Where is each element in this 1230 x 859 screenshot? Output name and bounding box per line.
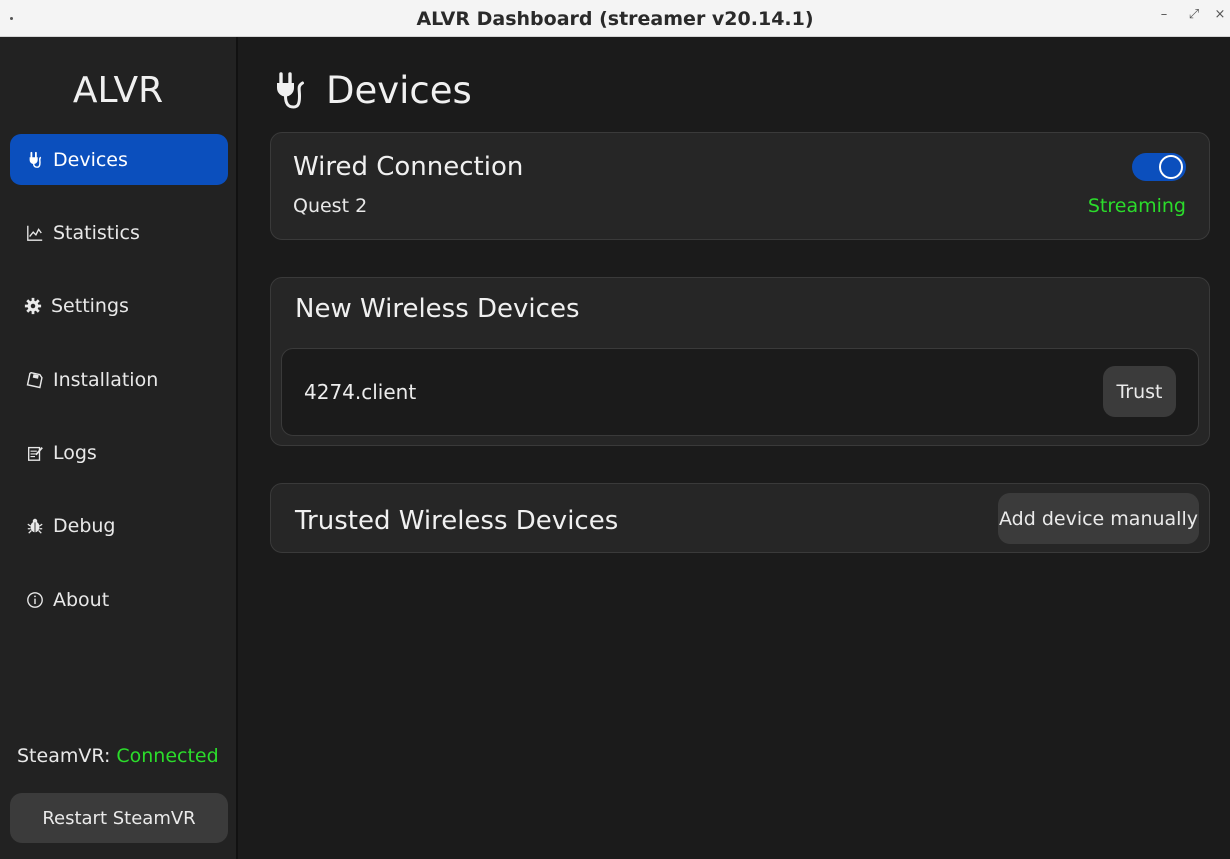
add-device-manually-button[interactable]: Add device manually	[998, 493, 1199, 544]
page-header: Devices	[272, 69, 472, 112]
trusted-wireless-devices-panel: Trusted Wireless Devices Add device manu…	[270, 483, 1210, 553]
trust-button[interactable]: Trust	[1103, 366, 1176, 417]
sidebar-item-debug[interactable]: Debug	[10, 500, 228, 551]
close-icon[interactable]: ×	[1210, 7, 1230, 22]
maximize-icon[interactable]: ⤢	[1184, 7, 1204, 22]
list-item: 4274.client Trust	[281, 348, 1199, 436]
sidebar-item-devices[interactable]: Devices	[10, 134, 228, 185]
sidebar-item-settings[interactable]: Settings	[10, 280, 228, 331]
wired-device-name: Quest 2	[293, 195, 368, 217]
wired-connection-toggle[interactable]	[1132, 153, 1186, 181]
page-title: Devices	[326, 69, 472, 112]
wired-connection-title: Wired Connection	[293, 152, 524, 182]
sidebar: ALVR Devices Statistics Settings Install…	[0, 37, 238, 859]
trusted-wireless-devices-title: Trusted Wireless Devices	[295, 506, 619, 536]
sidebar-item-label: Devices	[53, 148, 128, 171]
window-title: ALVR Dashboard (streamer v20.14.1)	[416, 8, 814, 30]
streaming-status: Streaming	[1087, 195, 1186, 217]
wired-connection-panel: Wired Connection Quest 2 Streaming	[270, 132, 1210, 240]
steamvr-label: SteamVR:	[17, 745, 111, 767]
toggle-knob	[1159, 155, 1183, 179]
plug-icon	[272, 71, 308, 110]
restart-steamvr-button[interactable]: Restart SteamVR	[10, 793, 228, 843]
sidebar-item-label: Settings	[51, 294, 129, 317]
sidebar-item-label: Logs	[53, 441, 97, 464]
new-wireless-devices-title: New Wireless Devices	[295, 294, 580, 324]
window-titlebar: ALVR Dashboard (streamer v20.14.1) – ⤢ ×	[0, 0, 1230, 37]
line-chart-icon	[25, 223, 45, 243]
steamvr-status: SteamVR: Connected	[17, 745, 219, 767]
main-content: Devices Wired Connection Quest 2 Streami…	[240, 37, 1230, 859]
sidebar-item-statistics[interactable]: Statistics	[10, 207, 228, 258]
notepad-icon	[25, 443, 45, 463]
client-name: 4274.client	[304, 380, 417, 404]
sidebar-item-label: Installation	[53, 368, 159, 391]
sidebar-item-label: Debug	[53, 514, 116, 537]
app-brand: ALVR	[72, 70, 164, 111]
sidebar-item-about[interactable]: About	[10, 574, 228, 625]
bug-icon	[25, 516, 45, 536]
gear-icon	[23, 296, 43, 316]
plug-icon	[25, 150, 45, 170]
floppy-disk-icon	[25, 370, 45, 390]
minimize-icon[interactable]: –	[1154, 7, 1174, 22]
info-icon	[25, 590, 45, 610]
new-wireless-devices-panel: New Wireless Devices 4274.client Trust	[270, 277, 1210, 446]
sidebar-item-label: About	[53, 588, 110, 611]
steamvr-status-value: Connected	[116, 745, 219, 767]
sidebar-item-logs[interactable]: Logs	[10, 427, 228, 478]
sidebar-item-label: Statistics	[53, 221, 140, 244]
sidebar-item-installation[interactable]: Installation	[10, 354, 228, 405]
